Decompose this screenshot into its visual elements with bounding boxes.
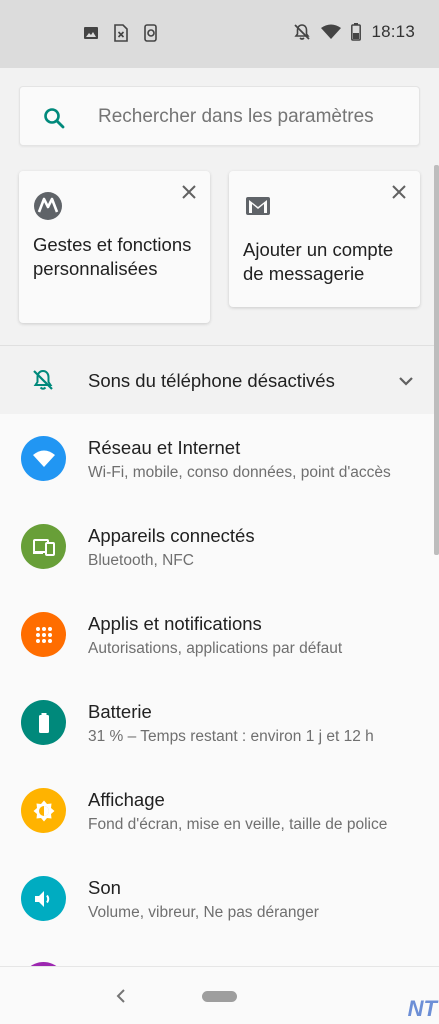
screen-share-icon	[144, 24, 157, 42]
notifications-off-icon	[294, 24, 311, 40]
setting-title: Applis et notifications	[88, 613, 262, 634]
wifi-icon	[321, 24, 342, 39]
home-pill[interactable]	[202, 991, 237, 1002]
scrollbar[interactable]	[434, 165, 439, 555]
devices-icon	[21, 524, 66, 569]
setting-title: Son	[88, 877, 121, 898]
setting-display[interactable]: Affichage Fond d'écran, mise en veille, …	[0, 766, 439, 854]
close-icon[interactable]	[182, 185, 196, 199]
image-icon	[84, 27, 98, 39]
suggestion-card-email[interactable]: Ajouter un compte de messagerie	[229, 171, 420, 307]
setting-title: Affichage	[88, 789, 165, 810]
setting-title: Appareils connectés	[88, 525, 255, 546]
back-icon[interactable]	[114, 987, 128, 1005]
setting-apps-notifications[interactable]: Applis et notifications Autorisations, a…	[0, 590, 439, 678]
search-icon	[44, 108, 65, 129]
navigation-bar: NT	[0, 966, 439, 1024]
status-bar: 18:13	[0, 0, 439, 68]
close-icon[interactable]	[392, 185, 406, 199]
setting-connected-devices[interactable]: Appareils connectés Bluetooth, NFC	[0, 502, 439, 590]
clock: 18:13	[371, 22, 415, 41]
brightness-icon	[21, 788, 66, 833]
setting-network[interactable]: Réseau et Internet Wi-Fi, mobile, conso …	[0, 414, 439, 502]
motorola-icon	[34, 192, 62, 220]
setting-subtitle: Autorisations, applications par défaut	[88, 640, 343, 657]
setting-title: Batterie	[88, 701, 152, 722]
setting-title: Réseau et Internet	[88, 437, 241, 458]
setting-battery[interactable]: Batterie 31 % – Temps restant : environ …	[0, 678, 439, 766]
gmail-icon	[246, 197, 270, 215]
search-bar[interactable]: Rechercher dans les paramètres	[19, 86, 420, 146]
setting-subtitle: Wi-Fi, mobile, conso données, point d'ac…	[88, 464, 391, 481]
watermark-logo: NT	[407, 996, 437, 1021]
condition-text: Sons du téléphone désactivés	[88, 370, 335, 391]
suggestion-card-gestures[interactable]: Gestes et fonctions personnalisées	[19, 171, 210, 323]
setting-subtitle: Fond d'écran, mise en veille, taille de …	[88, 816, 388, 833]
sim-error-icon	[114, 24, 128, 42]
search-placeholder[interactable]: Rechercher dans les paramètres	[98, 106, 374, 128]
setting-subtitle: 31 % – Temps restant : environ 1 j et 12…	[88, 728, 374, 745]
setting-subtitle: Volume, vibreur, Ne pas déranger	[88, 904, 319, 921]
settings-list: Réseau et Internet Wi-Fi, mobile, conso …	[0, 414, 439, 966]
suggestion-text: Gestes et fonctions personnalisées	[33, 234, 192, 279]
notifications-off-icon	[33, 369, 53, 390]
battery-icon	[351, 23, 362, 41]
condition-sound-off[interactable]: Sons du téléphone désactivés	[0, 346, 439, 414]
chevron-down-icon[interactable]	[399, 376, 413, 386]
wifi-icon	[21, 436, 66, 481]
battery-icon	[21, 700, 66, 745]
volume-icon	[21, 876, 66, 921]
suggestion-text: Ajouter un compte de messagerie	[243, 239, 394, 284]
setting-subtitle: Bluetooth, NFC	[88, 552, 194, 569]
apps-icon	[21, 612, 66, 657]
setting-sound[interactable]: Son Volume, vibreur, Ne pas déranger	[0, 854, 439, 942]
